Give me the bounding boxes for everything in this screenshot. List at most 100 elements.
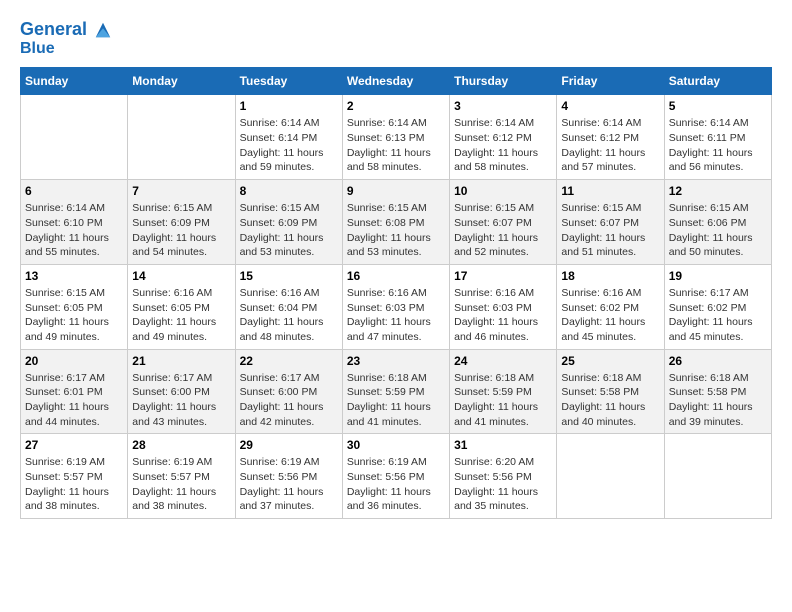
day-info: Sunrise: 6:19 AM Sunset: 5:56 PM Dayligh…	[347, 455, 445, 514]
calendar-cell: 11 Sunrise: 6:15 AM Sunset: 6:07 PM Dayli…	[557, 180, 664, 265]
day-number: 7	[132, 184, 230, 198]
day-number: 8	[240, 184, 338, 198]
day-number: 16	[347, 269, 445, 283]
day-info: Sunrise: 6:14 AM Sunset: 6:13 PM Dayligh…	[347, 116, 445, 175]
day-info: Sunrise: 6:16 AM Sunset: 6:03 PM Dayligh…	[347, 286, 445, 345]
calendar-cell: 21 Sunrise: 6:17 AM Sunset: 6:00 PM Dayli…	[128, 349, 235, 434]
calendar-body: 1Sunrise: 6:14 AM Sunset: 6:14 PM Daylig…	[21, 95, 772, 519]
day-info: Sunrise: 6:17 AM Sunset: 6:02 PM Dayligh…	[669, 286, 767, 345]
calendar-week-row: 13 Sunrise: 6:15 AM Sunset: 6:05 PM Dayli…	[21, 264, 772, 349]
day-info: Sunrise: 6:15 AM Sunset: 6:09 PM Dayligh…	[132, 201, 230, 260]
calendar-cell: 30 Sunrise: 6:19 AM Sunset: 5:56 PM Dayli…	[342, 434, 449, 519]
day-number: 21	[132, 354, 230, 368]
day-number: 11	[561, 184, 659, 198]
day-number: 2	[347, 99, 445, 113]
day-info: Sunrise: 6:15 AM Sunset: 6:07 PM Dayligh…	[454, 201, 552, 260]
day-number: 27	[25, 438, 123, 452]
calendar-cell: 14Sunrise: 6:16 AM Sunset: 6:05 PM Dayli…	[128, 264, 235, 349]
calendar-header-cell: Thursday	[450, 68, 557, 95]
calendar-header: SundayMondayTuesdayWednesdayThursdayFrid…	[21, 68, 772, 95]
day-info: Sunrise: 6:14 AM Sunset: 6:10 PM Dayligh…	[25, 201, 123, 260]
calendar-cell: 13 Sunrise: 6:15 AM Sunset: 6:05 PM Dayli…	[21, 264, 128, 349]
day-number: 15	[240, 269, 338, 283]
calendar-cell: 16 Sunrise: 6:16 AM Sunset: 6:03 PM Dayli…	[342, 264, 449, 349]
calendar-cell: 18Sunrise: 6:16 AM Sunset: 6:02 PM Dayli…	[557, 264, 664, 349]
day-number: 17	[454, 269, 552, 283]
day-info: Sunrise: 6:18 AM Sunset: 5:59 PM Dayligh…	[454, 371, 552, 430]
calendar-cell: 27 Sunrise: 6:19 AM Sunset: 5:57 PM Dayli…	[21, 434, 128, 519]
day-number: 20	[25, 354, 123, 368]
calendar-cell: 4Sunrise: 6:14 AM Sunset: 6:12 PM Daylig…	[557, 95, 664, 180]
logo-icon	[94, 21, 112, 39]
calendar-table: SundayMondayTuesdayWednesdayThursdayFrid…	[20, 67, 772, 519]
day-number: 23	[347, 354, 445, 368]
calendar-cell	[557, 434, 664, 519]
calendar-cell: 28Sunrise: 6:19 AM Sunset: 5:57 PM Dayli…	[128, 434, 235, 519]
day-info: Sunrise: 6:18 AM Sunset: 5:59 PM Dayligh…	[347, 371, 445, 430]
calendar-header-cell: Wednesday	[342, 68, 449, 95]
calendar-week-row: 20Sunrise: 6:17 AM Sunset: 6:01 PM Dayli…	[21, 349, 772, 434]
calendar-cell: 8 Sunrise: 6:15 AM Sunset: 6:09 PM Daylig…	[235, 180, 342, 265]
day-number: 19	[669, 269, 767, 283]
calendar-cell: 23 Sunrise: 6:18 AM Sunset: 5:59 PM Dayli…	[342, 349, 449, 434]
calendar-cell: 9 Sunrise: 6:15 AM Sunset: 6:08 PM Daylig…	[342, 180, 449, 265]
day-number: 26	[669, 354, 767, 368]
day-info: Sunrise: 6:16 AM Sunset: 6:03 PM Dayligh…	[454, 286, 552, 345]
calendar-cell: 2 Sunrise: 6:14 AM Sunset: 6:13 PM Daylig…	[342, 95, 449, 180]
calendar-cell: 3Sunrise: 6:14 AM Sunset: 6:12 PM Daylig…	[450, 95, 557, 180]
calendar-cell: 5 Sunrise: 6:14 AM Sunset: 6:11 PM Daylig…	[664, 95, 771, 180]
day-number: 18	[561, 269, 659, 283]
calendar-week-row: 27 Sunrise: 6:19 AM Sunset: 5:57 PM Dayli…	[21, 434, 772, 519]
calendar-header-cell: Monday	[128, 68, 235, 95]
day-info: Sunrise: 6:20 AM Sunset: 5:56 PM Dayligh…	[454, 455, 552, 514]
day-number: 1	[240, 99, 338, 113]
day-info: Sunrise: 6:15 AM Sunset: 6:08 PM Dayligh…	[347, 201, 445, 260]
calendar-header-cell: Tuesday	[235, 68, 342, 95]
day-info: Sunrise: 6:16 AM Sunset: 6:04 PM Dayligh…	[240, 286, 338, 345]
calendar-cell: 25 Sunrise: 6:18 AM Sunset: 5:58 PM Dayli…	[557, 349, 664, 434]
day-number: 13	[25, 269, 123, 283]
calendar-cell	[664, 434, 771, 519]
day-info: Sunrise: 6:15 AM Sunset: 6:05 PM Dayligh…	[25, 286, 123, 345]
calendar-cell: 29 Sunrise: 6:19 AM Sunset: 5:56 PM Dayli…	[235, 434, 342, 519]
calendar-cell: 24 Sunrise: 6:18 AM Sunset: 5:59 PM Dayli…	[450, 349, 557, 434]
day-info: Sunrise: 6:19 AM Sunset: 5:57 PM Dayligh…	[25, 455, 123, 514]
calendar-cell: 31 Sunrise: 6:20 AM Sunset: 5:56 PM Dayli…	[450, 434, 557, 519]
day-number: 31	[454, 438, 552, 452]
calendar-cell	[128, 95, 235, 180]
day-info: Sunrise: 6:18 AM Sunset: 5:58 PM Dayligh…	[561, 371, 659, 430]
day-number: 22	[240, 354, 338, 368]
day-info: Sunrise: 6:15 AM Sunset: 6:07 PM Dayligh…	[561, 201, 659, 260]
day-info: Sunrise: 6:19 AM Sunset: 5:56 PM Dayligh…	[240, 455, 338, 514]
page-header: General Blue	[20, 20, 772, 57]
calendar-cell: 6 Sunrise: 6:14 AM Sunset: 6:10 PM Daylig…	[21, 180, 128, 265]
day-info: Sunrise: 6:15 AM Sunset: 6:06 PM Dayligh…	[669, 201, 767, 260]
day-number: 10	[454, 184, 552, 198]
calendar-cell: 12Sunrise: 6:15 AM Sunset: 6:06 PM Dayli…	[664, 180, 771, 265]
day-info: Sunrise: 6:14 AM Sunset: 6:11 PM Dayligh…	[669, 116, 767, 175]
calendar-cell: 10 Sunrise: 6:15 AM Sunset: 6:07 PM Dayli…	[450, 180, 557, 265]
calendar-cell: 26Sunrise: 6:18 AM Sunset: 5:58 PM Dayli…	[664, 349, 771, 434]
calendar-cell: 1Sunrise: 6:14 AM Sunset: 6:14 PM Daylig…	[235, 95, 342, 180]
calendar-cell: 7 Sunrise: 6:15 AM Sunset: 6:09 PM Daylig…	[128, 180, 235, 265]
calendar-week-row: 1Sunrise: 6:14 AM Sunset: 6:14 PM Daylig…	[21, 95, 772, 180]
day-number: 29	[240, 438, 338, 452]
day-number: 24	[454, 354, 552, 368]
day-number: 9	[347, 184, 445, 198]
logo: General Blue	[20, 20, 112, 57]
day-number: 4	[561, 99, 659, 113]
calendar-week-row: 6 Sunrise: 6:14 AM Sunset: 6:10 PM Daylig…	[21, 180, 772, 265]
calendar-cell: 17 Sunrise: 6:16 AM Sunset: 6:03 PM Dayli…	[450, 264, 557, 349]
day-number: 30	[347, 438, 445, 452]
calendar-cell: 22 Sunrise: 6:17 AM Sunset: 6:00 PM Dayli…	[235, 349, 342, 434]
day-info: Sunrise: 6:17 AM Sunset: 6:00 PM Dayligh…	[240, 371, 338, 430]
logo-text: General	[20, 20, 112, 40]
day-number: 6	[25, 184, 123, 198]
day-number: 3	[454, 99, 552, 113]
calendar-header-cell: Saturday	[664, 68, 771, 95]
day-info: Sunrise: 6:16 AM Sunset: 6:05 PM Dayligh…	[132, 286, 230, 345]
day-number: 5	[669, 99, 767, 113]
day-info: Sunrise: 6:15 AM Sunset: 6:09 PM Dayligh…	[240, 201, 338, 260]
day-info: Sunrise: 6:17 AM Sunset: 6:00 PM Dayligh…	[132, 371, 230, 430]
day-number: 25	[561, 354, 659, 368]
